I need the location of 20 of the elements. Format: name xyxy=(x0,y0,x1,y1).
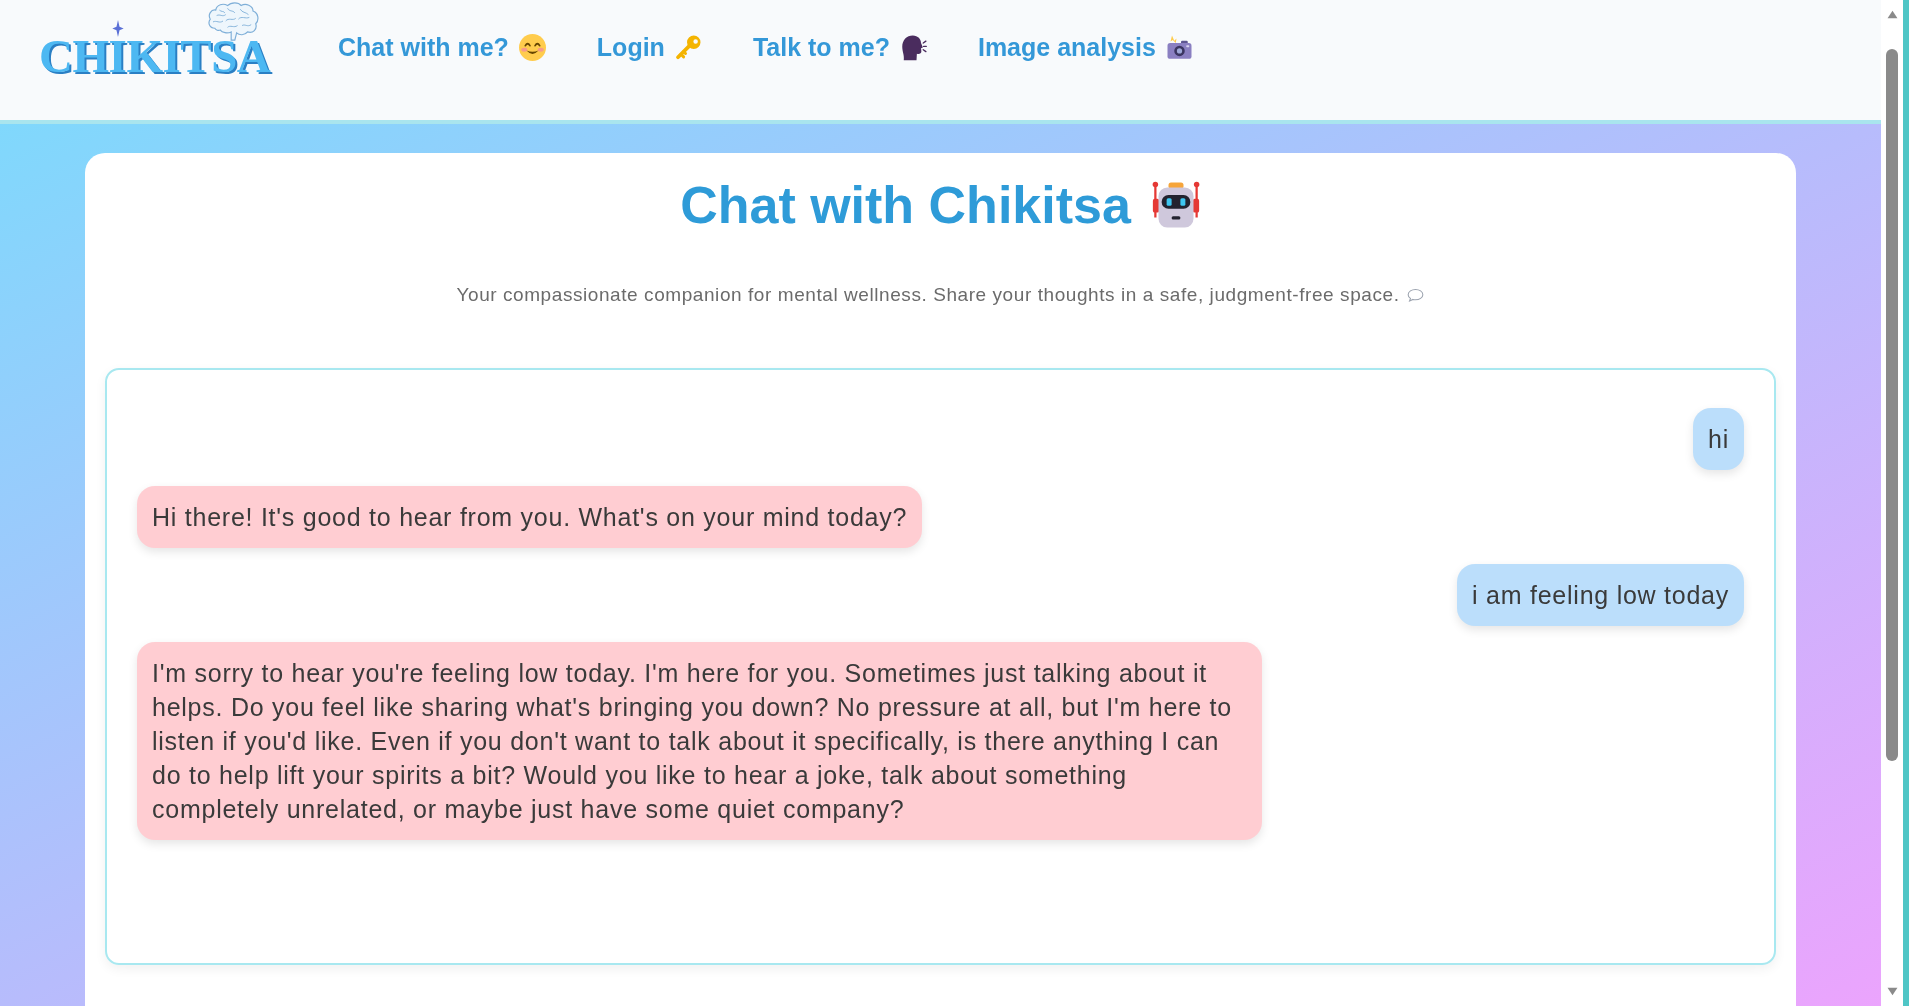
user-message: i am feeling low today xyxy=(1457,564,1744,626)
nav-link[interactable]: Image analysis xyxy=(977,32,1193,62)
user-message: hi xyxy=(1693,408,1744,470)
nav-link[interactable]: Login xyxy=(596,32,702,62)
page-title: Chat with Chikitsa xyxy=(680,175,1131,236)
key-icon xyxy=(674,33,702,61)
nav-link[interactable]: Chat with me? xyxy=(338,32,546,62)
smiling-face-icon xyxy=(518,33,546,61)
logo-wordmark[interactable]: CHIKITSA xyxy=(39,38,271,74)
scroll-up-arrow-icon[interactable] xyxy=(1886,10,1898,19)
assistant-message: Hi there! It's good to hear from you. What's on your mind today? xyxy=(137,486,923,548)
assistant-message: I'm sorry to hear you're feeling low today. I'm here for you. Sometimes just talking about it helps. Do you feel like sharing what's bringing you down? No pressure at all, but I'm here to listen if you'd like. Even if you don't want to talk about it specifically, is there anything I can do to help lift your spirits a bit? Would you like to hear a joke, talk about something completely unrelated, or maybe just have some quiet company? xyxy=(137,642,1262,840)
scrollbar-thumb[interactable] xyxy=(1886,49,1898,761)
nav-link[interactable]: Talk to me? xyxy=(752,32,927,62)
speaking-head-icon xyxy=(899,33,927,61)
sparkle-icon xyxy=(112,20,124,37)
speech-bubble-icon xyxy=(1407,288,1425,302)
subtitle: Your compassionate companion for mental wellness. Share your thoughts in a safe, judgment-free space. xyxy=(456,283,1400,307)
robot-icon xyxy=(1150,180,1201,230)
scroll-down-arrow-icon[interactable] xyxy=(1886,987,1898,996)
